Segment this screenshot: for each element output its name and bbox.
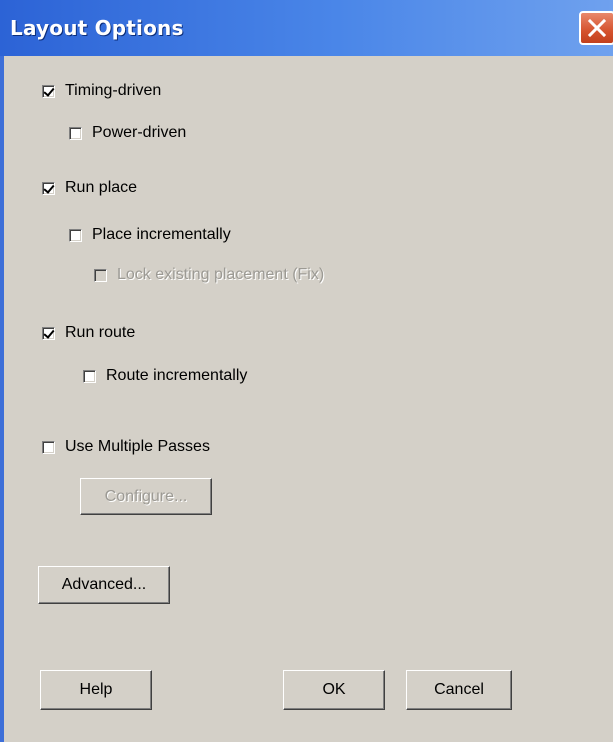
configure-button: Configure... bbox=[80, 478, 212, 515]
run-route-label: Run route bbox=[65, 324, 136, 341]
help-button[interactable]: Help bbox=[40, 670, 152, 710]
timing-driven-box[interactable] bbox=[42, 84, 55, 98]
route-incrementally-checkbox[interactable]: Route incrementally bbox=[83, 365, 247, 387]
advanced-button[interactable]: Advanced... bbox=[38, 566, 170, 604]
power-driven-label: Power-driven bbox=[92, 124, 187, 141]
run-place-box[interactable] bbox=[42, 181, 55, 195]
lock-existing-placement-label: Lock existing placement (Fix) bbox=[117, 266, 325, 283]
window-left-border bbox=[0, 56, 4, 742]
place-incrementally-label: Place incrementally bbox=[92, 226, 231, 243]
lock-existing-placement-checkbox: Lock existing placement (Fix) bbox=[94, 264, 324, 286]
place-incrementally-checkbox[interactable]: Place incrementally bbox=[69, 224, 231, 246]
route-incrementally-label: Route incrementally bbox=[106, 367, 248, 384]
dialog-title: Layout Options bbox=[10, 16, 184, 40]
run-route-box[interactable] bbox=[42, 326, 55, 340]
run-route-checkbox[interactable]: Run route bbox=[42, 322, 135, 344]
power-driven-checkbox[interactable]: Power-driven bbox=[69, 122, 186, 144]
route-incrementally-box[interactable] bbox=[83, 369, 96, 383]
place-incrementally-box[interactable] bbox=[69, 228, 82, 242]
ok-button[interactable]: OK bbox=[283, 670, 385, 710]
layout-options-dialog: Layout Options Timing-driven Power-drive… bbox=[0, 0, 613, 742]
timing-driven-label: Timing-driven bbox=[65, 82, 162, 99]
close-button[interactable] bbox=[579, 11, 613, 45]
power-driven-box[interactable] bbox=[69, 126, 82, 140]
close-icon bbox=[587, 18, 607, 38]
run-place-checkbox[interactable]: Run place bbox=[42, 177, 137, 199]
cancel-button[interactable]: Cancel bbox=[406, 670, 512, 710]
run-place-label: Run place bbox=[65, 179, 138, 196]
use-multiple-passes-checkbox[interactable]: Use Multiple Passes bbox=[42, 436, 210, 458]
timing-driven-checkbox[interactable]: Timing-driven bbox=[42, 80, 161, 102]
title-bar[interactable]: Layout Options bbox=[0, 0, 613, 56]
use-multiple-passes-label: Use Multiple Passes bbox=[65, 438, 210, 455]
lock-existing-placement-box bbox=[94, 268, 107, 282]
use-multiple-passes-box[interactable] bbox=[42, 440, 55, 454]
